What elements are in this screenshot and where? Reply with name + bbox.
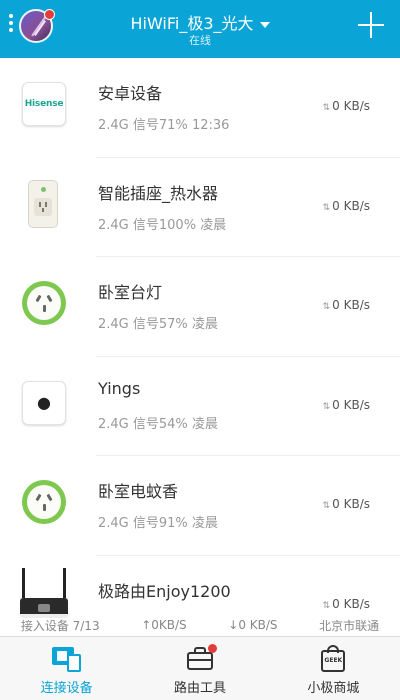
device-meta: 2.4G 信号91% 凌晨 [98,516,218,532]
network-status-bar: 接入设备 7/13 ↑0KB/S ↓0 KB/S 北京市联通 [0,614,400,636]
notification-dot [207,644,217,653]
add-button[interactable] [358,12,384,38]
device-name: 卧室台灯 [98,283,163,303]
transfer-arrows-icon: ⇅ [322,302,330,313]
device-rate: ⇅ 0 KB/s [322,596,370,611]
device-rate: ⇅ 0 KB/s [322,397,370,412]
toolbox-icon [185,644,217,672]
device-meta: 2.4G 信号57% 凌晨 [98,317,218,333]
list-item[interactable]: Hisense 安卓设备 2.4G 信号71% 12:36 ⇅ 0 KB/s [0,58,400,158]
device-name: 智能插座_热水器 [98,183,219,203]
page-title[interactable]: HiWiFi_极3_光大 [0,14,400,34]
router-status: 在线 [189,34,211,47]
caret-down-icon [259,21,270,28]
isp-label: 北京市联通 [319,618,380,633]
connected-count: 接入设备 7/13 [20,618,100,633]
list-item[interactable]: 卧室电蚊香 2.4G 信号91% 凌晨 ⇅ 0 KB/s [0,456,400,556]
tab-connected-devices[interactable]: 连接设备 [0,637,133,700]
round-socket-icon [22,281,66,326]
transfer-arrows-icon: ⇅ [322,103,330,113]
transfer-arrows-icon: ⇅ [322,600,330,611]
tab-geek-store[interactable]: GEEK 小极商城 [267,637,400,700]
download-speed: ↓0 KB/S [228,618,278,632]
round-socket-icon [22,480,66,525]
devices-icon [51,644,82,672]
transfer-arrows-icon: ⇅ [322,501,330,512]
device-rate: ⇅ 0 KB/s [322,298,370,313]
device-name: 极路由Enjoy1200 [98,581,231,601]
list-item[interactable]: ● Yings 2.4G 信号54% 凌晨 ⇅ 0 KB/s [0,357,400,457]
app-header: HiWiFi_极3_光大 在线 [0,0,400,58]
device-name: 安卓设备 [98,84,163,103]
device-name: 卧室电蚊香 [98,482,179,502]
tab-label: 路由工具 [173,681,226,696]
smart-plug-icon [28,179,58,228]
upload-speed: ↑0KB/S [141,618,187,632]
device-rate: ⇅ 0 KB/s [322,497,370,512]
device-name: Yings [98,378,141,398]
device-list[interactable]: Hisense 安卓设备 2.4G 信号71% 12:36 ⇅ 0 KB/s 智能… [0,58,400,634]
transfer-arrows-icon: ⇅ [322,401,330,412]
device-meta: 2.4G 信号54% 凌晨 [98,416,218,432]
bottom-tab-bar: 连接设备 路由工具 GEEK 小极商城 [0,636,400,700]
transfer-arrows-icon: ⇅ [322,202,330,213]
tab-label: 连接设备 [40,681,93,696]
tab-label: 小极商城 [307,681,360,696]
router-selector[interactable]: HiWiFi_极3_光大 在线 [0,14,400,48]
apple-mac-icon: ● [22,380,66,425]
hisense-tv-icon: Hisense [22,82,66,126]
device-meta: 2.4G 信号71% 12:36 [98,118,230,133]
tab-router-tools[interactable]: 路由工具 [133,637,266,700]
list-item[interactable]: 卧室台灯 2.4G 信号57% 凌晨 ⇅ 0 KB/s [0,257,400,357]
device-meta: 2.4G 信号100% 凌晨 [98,217,227,233]
geek-store-icon: GEEK [318,644,348,672]
device-rate: ⇅ 0 KB/s [322,99,370,113]
list-item[interactable]: 智能插座_热水器 2.4G 信号100% 凌晨 ⇅ 0 KB/s [0,158,400,258]
device-rate: ⇅ 0 KB/s [322,198,370,213]
